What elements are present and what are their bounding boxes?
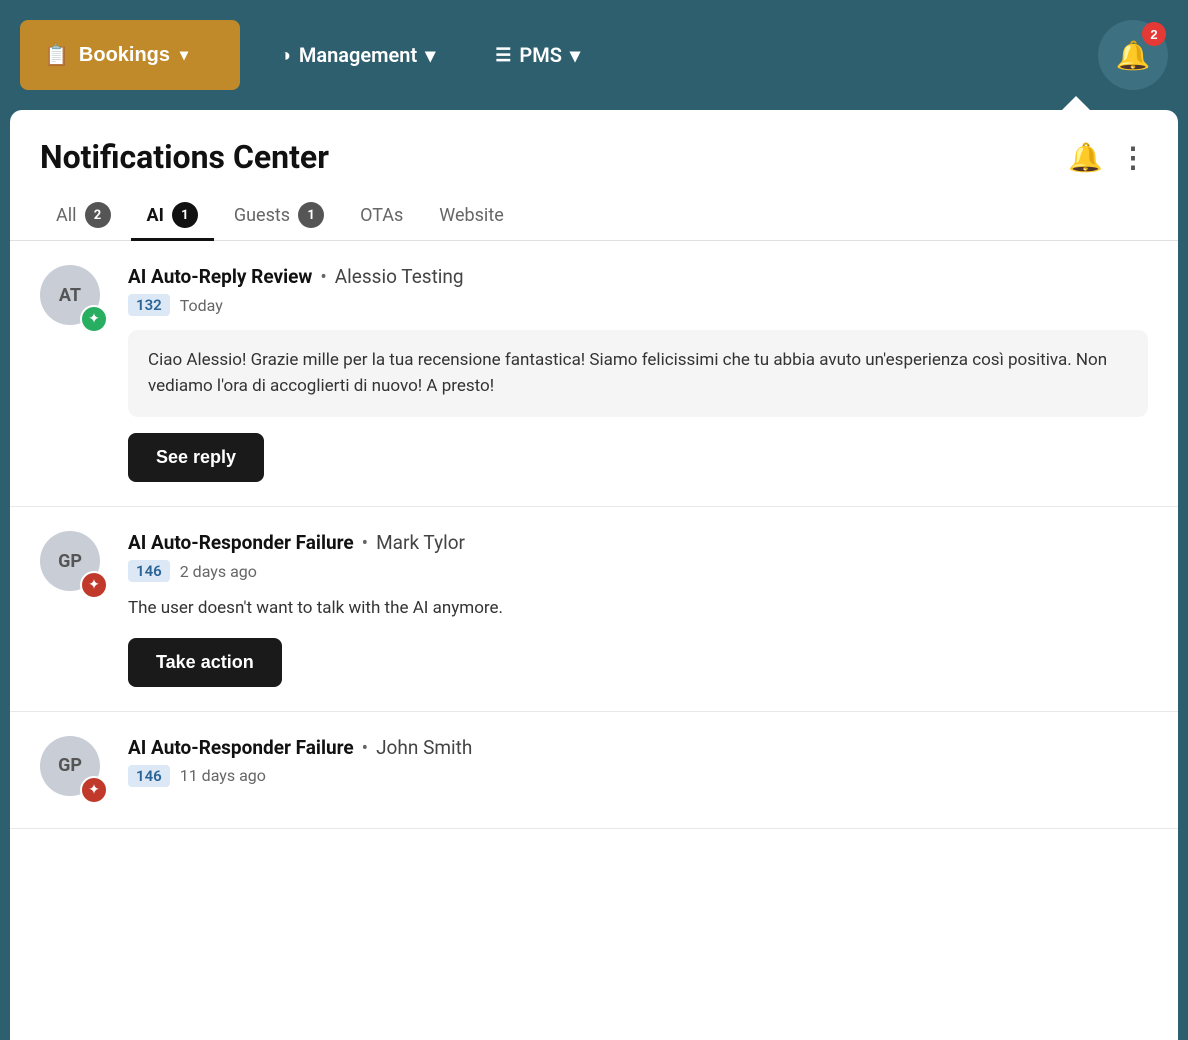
tab-guests-badge: 1	[298, 202, 324, 228]
notification-id-badge: 132	[128, 294, 170, 316]
notification-title: AI Auto-Reply Review	[128, 265, 312, 288]
tab-otas[interactable]: OTAs	[344, 195, 419, 239]
tab-all-badge: 2	[85, 202, 111, 228]
notification-id-badge: 146	[128, 765, 170, 787]
tab-website[interactable]: Website	[423, 195, 519, 239]
notification-content: AI Auto-Responder Failure • Mark Tylor 1…	[128, 531, 1148, 687]
management-icon: ◑	[280, 45, 291, 66]
ai-badge-icon: ✦	[80, 305, 108, 333]
panel-header: Notifications Center 🔔 ⋮	[10, 110, 1178, 176]
notifications-list: AT ✦ AI Auto-Reply Review • Alessio Test…	[10, 241, 1178, 829]
notifications-bell-button[interactable]: 🔔 2	[1098, 20, 1168, 90]
bookings-label: Bookings	[79, 44, 170, 67]
notification-time: 2 days ago	[180, 562, 257, 581]
notifications-badge: 2	[1142, 22, 1166, 46]
notification-title-row: AI Auto-Reply Review • Alessio Testing	[128, 265, 1148, 288]
bookings-calendar-icon: 📋	[44, 43, 69, 68]
tab-otas-label: OTAs	[360, 205, 403, 226]
see-reply-button[interactable]: See reply	[128, 433, 264, 482]
notifications-panel: Notifications Center 🔔 ⋮ All 2 AI 1 Gues…	[10, 110, 1178, 1040]
management-chevron-icon: ▾	[425, 43, 435, 67]
notification-separator: •	[362, 531, 368, 554]
take-action-button[interactable]: Take action	[128, 638, 282, 687]
star-icon: ✦	[88, 577, 100, 593]
notification-content: AI Auto-Responder Failure • John Smith 1…	[128, 736, 1148, 801]
notification-time: 11 days ago	[180, 766, 266, 785]
notification-id-badge: 146	[128, 560, 170, 582]
notification-message: Ciao Alessio! Grazie mille per la tua re…	[128, 330, 1148, 417]
notification-time: Today	[180, 296, 223, 315]
tab-all[interactable]: All 2	[40, 192, 127, 241]
notification-guest-name: Mark Tylor	[376, 531, 465, 554]
star-icon: ✦	[88, 782, 100, 798]
notification-item: GP ✦ AI Auto-Responder Failure • Mark Ty…	[10, 507, 1178, 712]
notification-guest-name: Alessio Testing	[335, 265, 464, 288]
tab-ai[interactable]: AI 1	[131, 192, 214, 241]
notification-item: GP ✦ AI Auto-Responder Failure • John Sm…	[10, 712, 1178, 829]
panel-more-options-icon[interactable]: ⋮	[1119, 141, 1148, 174]
ai-badge-icon: ✦	[80, 776, 108, 804]
bell-icon: 🔔	[1116, 39, 1151, 72]
avatar: AT ✦	[40, 265, 108, 333]
notification-item: AT ✦ AI Auto-Reply Review • Alessio Test…	[10, 241, 1178, 507]
notification-title-row: AI Auto-Responder Failure • John Smith	[128, 736, 1148, 759]
pms-chevron-icon: ▾	[570, 43, 580, 67]
management-label: Management	[299, 43, 417, 67]
notification-title: AI Auto-Responder Failure	[128, 736, 354, 759]
notification-title-row: AI Auto-Responder Failure • Mark Tylor	[128, 531, 1148, 554]
ai-badge-icon: ✦	[80, 571, 108, 599]
tab-ai-badge: 1	[172, 202, 198, 228]
tab-guests[interactable]: Guests 1	[218, 192, 340, 241]
bookings-chevron-icon: ▾	[180, 45, 188, 65]
notification-meta: 146 2 days ago	[128, 560, 1148, 582]
notification-separator: •	[362, 736, 368, 759]
avatar: GP ✦	[40, 531, 108, 599]
tab-website-label: Website	[439, 205, 503, 226]
notification-guest-name: John Smith	[376, 736, 472, 759]
panel-header-icons: 🔔 ⋮	[1068, 141, 1148, 174]
tab-guests-label: Guests	[234, 205, 290, 226]
notification-separator: •	[320, 265, 326, 288]
avatar: GP ✦	[40, 736, 108, 804]
notification-title: AI Auto-Responder Failure	[128, 531, 354, 554]
notification-message: The user doesn't want to talk with the A…	[128, 596, 1148, 622]
notification-meta: 132 Today	[128, 294, 1148, 316]
star-icon: ✦	[88, 311, 100, 327]
notification-meta: 146 11 days ago	[128, 765, 1148, 787]
panel-bell-icon: 🔔	[1068, 141, 1103, 174]
notification-content: AI Auto-Reply Review • Alessio Testing 1…	[128, 265, 1148, 482]
top-nav: 📋 Bookings ▾ ◑ Management ▾ ☰ PMS ▾ 🔔 2	[0, 0, 1188, 110]
tabs-bar: All 2 AI 1 Guests 1 OTAs Website	[10, 176, 1178, 241]
management-menu[interactable]: ◑ Management ▾	[260, 33, 455, 77]
pms-label: PMS	[519, 43, 562, 67]
bookings-button[interactable]: 📋 Bookings ▾	[20, 20, 240, 90]
panel-title: Notifications Center	[40, 138, 329, 176]
pms-icon: ☰	[495, 45, 511, 66]
tab-ai-label: AI	[147, 205, 164, 226]
pms-menu[interactable]: ☰ PMS ▾	[475, 33, 600, 77]
tab-all-label: All	[56, 205, 77, 226]
